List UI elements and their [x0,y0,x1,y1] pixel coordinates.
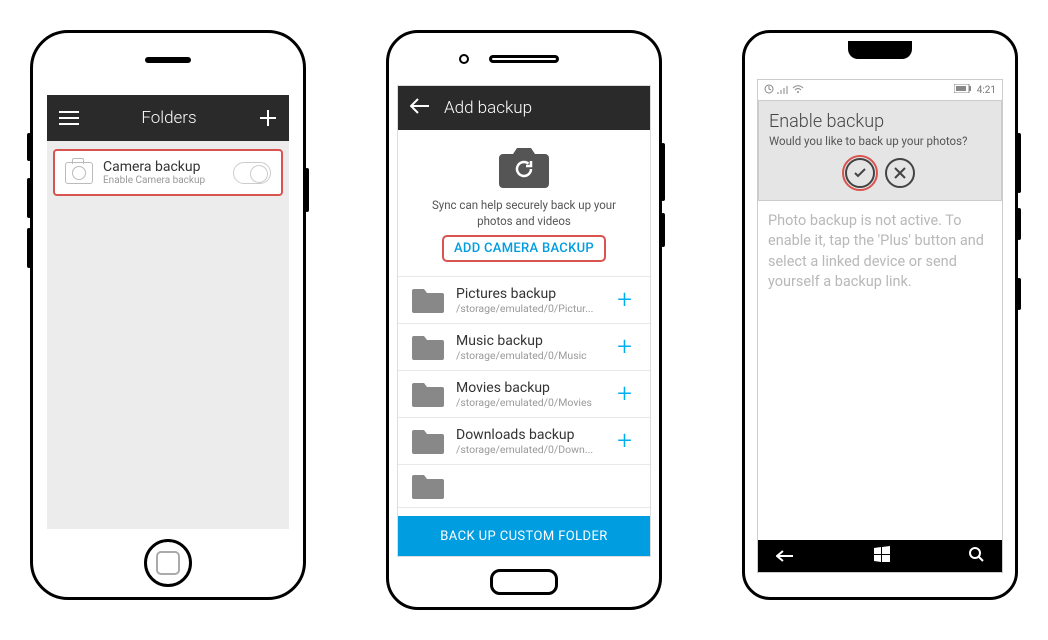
folder-list: Pictures backup/storage/emulated/0/Pictu… [398,276,650,508]
earpiece [848,41,912,59]
nav-bar [758,540,1002,572]
folder-title: Downloads backup [456,427,613,443]
folder-icon [412,473,444,499]
backup-custom-folder-button[interactable]: BACK UP CUSTOM FOLDER [398,516,650,556]
dialog-subtitle: Would you like to back up your photos? [769,134,991,148]
wp-screen: 4:21 Enable backup Would you like to bac… [757,79,1003,573]
item-text: Camera backup Enable Camera backup [103,159,233,186]
speaker [489,55,559,63]
folder-row[interactable]: Music backup/storage/emulated/0/Music + [398,323,650,370]
power-button [1017,208,1021,240]
status-bar: 4:21 [758,80,1002,100]
cancel-button[interactable] [885,158,915,188]
windows-icon[interactable] [874,546,890,566]
menu-icon[interactable] [59,111,79,125]
hero-section: Sync can help securely back up your phot… [398,130,650,270]
folder-path: /storage/emulated/0/Down... [456,443,613,456]
camera-sync-icon [497,146,551,188]
volume-rocker [661,143,665,201]
volume-down [27,228,31,268]
wphone-frame: 4:21 Enable backup Would you like to bac… [742,30,1018,600]
folder-row[interactable]: Pictures backup/storage/emulated/0/Pictu… [398,276,650,323]
folder-title: Movies backup [456,380,613,396]
signal-icon [777,84,789,97]
confirm-button[interactable] [845,158,875,188]
sync-icon [764,84,774,97]
hero-description: Sync can help securely back up your phot… [416,198,632,229]
back-icon[interactable] [410,98,430,118]
volume-rocker [1017,133,1021,193]
folder-row[interactable]: Downloads backup/storage/emulated/0/Down… [398,417,650,464]
android-frame: Add backup Sync can help securely back u… [386,30,662,610]
ios-screen: Folders Camera backup Enable Camera back… [47,95,289,529]
folder-icon [412,428,444,454]
back-icon[interactable] [776,547,794,566]
search-icon[interactable] [969,547,984,566]
folder-row[interactable]: Movies backup/storage/emulated/0/Movies … [398,370,650,417]
camera-icon [65,162,93,184]
check-icon [853,166,867,180]
volume-up [27,178,31,218]
folder-path: /storage/emulated/0/Music [456,349,613,362]
enable-backup-dialog: Enable backup Would you like to back up … [758,100,1002,201]
add-folder-icon[interactable]: + [613,379,636,409]
android-header: Add backup [398,86,650,130]
ios-header: Folders [47,95,289,141]
power-button [305,168,309,212]
folder-icon [412,287,444,313]
folder-icon [412,334,444,360]
body-text: Photo backup is not active. To enable it… [758,207,1002,296]
power-button [661,213,665,247]
dialog-title: Enable backup [769,111,991,132]
clock-time: 4:21 [977,85,996,96]
folder-path: /storage/emulated/0/Movies [456,396,613,409]
folder-path: /storage/emulated/0/Pictur... [456,302,613,315]
mute-switch [27,133,31,161]
add-icon[interactable] [259,109,277,127]
front-camera [459,54,469,64]
add-folder-icon[interactable]: + [613,332,636,362]
android-screen: Add backup Sync can help securely back u… [397,85,651,557]
folder-title: Music backup [456,333,613,349]
wifi-icon [792,84,804,97]
add-folder-icon[interactable]: + [613,285,636,315]
speaker [145,57,191,63]
iphone-frame: Folders Camera backup Enable Camera back… [30,30,306,600]
close-icon [894,167,906,179]
folder-row[interactable]: x [398,464,650,508]
add-camera-backup-button[interactable]: ADD CAMERA BACKUP [442,235,606,262]
item-subtitle: Enable Camera backup [103,175,233,186]
home-button[interactable] [490,569,558,595]
folder-icon [412,381,444,407]
camera-backup-item[interactable]: Camera backup Enable Camera backup [53,149,283,196]
battery-icon [954,84,972,96]
camera-button [1017,278,1021,310]
item-title: Camera backup [103,159,233,175]
add-folder-icon[interactable]: + [613,426,636,456]
toggle-switch[interactable] [233,162,271,184]
home-button[interactable] [144,539,192,587]
header-title: Folders [79,108,259,128]
header-title: Add backup [444,98,532,118]
folder-title: Pictures backup [456,286,613,302]
